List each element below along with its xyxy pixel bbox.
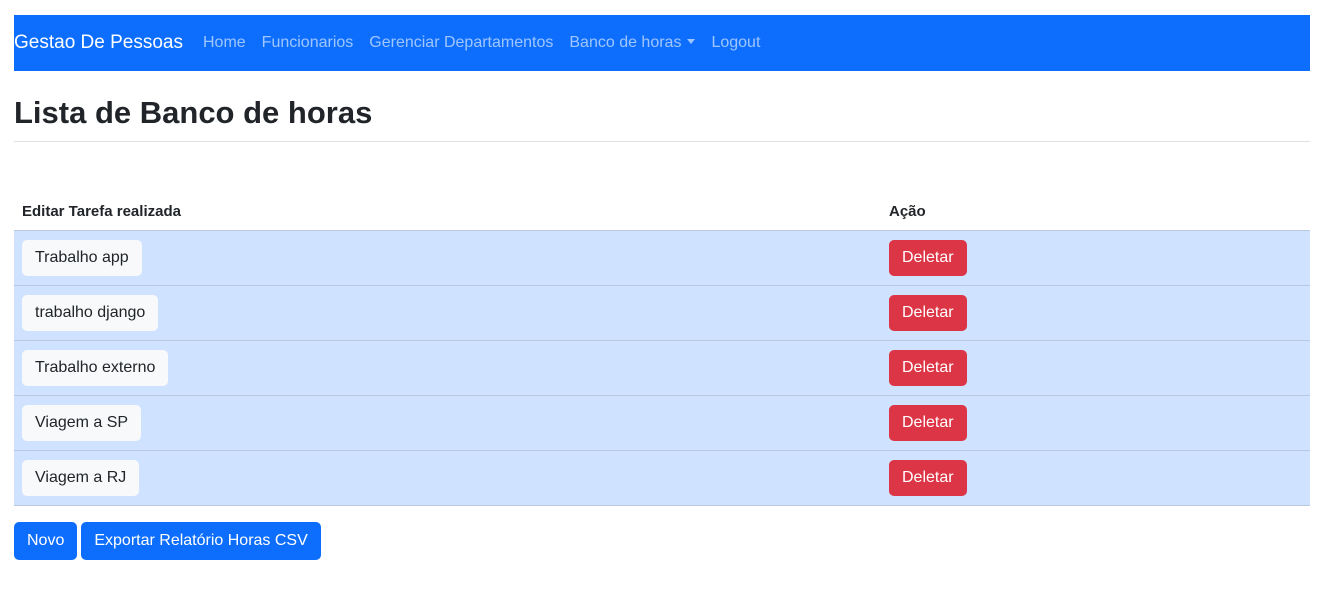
nav-link-home[interactable]: Home <box>195 34 254 52</box>
footer-actions: Novo Exportar Relatório Horas CSV <box>14 522 321 560</box>
delete-button[interactable]: Deletar <box>889 350 967 386</box>
action-cell: Deletar <box>881 285 1310 341</box>
action-cell: Deletar <box>881 230 1310 286</box>
nav-link-logout[interactable]: Logout <box>703 34 768 52</box>
top-navbar: Gestao De Pessoas Home Funcionarios Gere… <box>14 15 1310 71</box>
action-cell: Deletar <box>881 395 1310 451</box>
delete-button[interactable]: Deletar <box>889 405 967 441</box>
task-cell: Trabalho app <box>14 230 881 286</box>
delete-button[interactable]: Deletar <box>889 240 967 276</box>
hours-table: Editar Tarefa realizada Ação Trabalho ap… <box>14 192 1310 506</box>
nav-link-funcionarios[interactable]: Funcionarios <box>254 34 362 52</box>
edit-task-button[interactable]: trabalho django <box>22 295 159 331</box>
task-cell: Trabalho externo <box>14 340 881 396</box>
edit-task-button[interactable]: Trabalho app <box>22 240 142 276</box>
task-cell: trabalho django <box>14 285 881 341</box>
action-cell: Deletar <box>881 340 1310 396</box>
column-header-task: Editar Tarefa realizada <box>14 192 881 231</box>
edit-task-button[interactable]: Viagem a SP <box>22 405 142 441</box>
new-button[interactable]: Novo <box>14 522 78 560</box>
table-row: trabalho django Deletar <box>14 285 1310 341</box>
export-csv-button[interactable]: Exportar Relatório Horas CSV <box>81 522 321 560</box>
table-row: Viagem a RJ Deletar <box>14 450 1310 506</box>
title-divider <box>14 141 1310 142</box>
task-cell: Viagem a SP <box>14 395 881 451</box>
table-row: Viagem a SP Deletar <box>14 395 1310 451</box>
edit-task-button[interactable]: Trabalho externo <box>22 350 169 386</box>
page-title: Lista de Banco de horas <box>14 95 373 130</box>
hours-table-container: Editar Tarefa realizada Ação Trabalho ap… <box>14 192 1310 506</box>
table-header-row: Editar Tarefa realizada Ação <box>14 192 1310 231</box>
edit-task-button[interactable]: Viagem a RJ <box>22 460 140 496</box>
table-row: Trabalho app Deletar <box>14 230 1310 286</box>
nav-link-departamentos[interactable]: Gerenciar Departamentos <box>361 34 561 52</box>
task-cell: Viagem a RJ <box>14 450 881 506</box>
delete-button[interactable]: Deletar <box>889 460 967 496</box>
delete-button[interactable]: Deletar <box>889 295 967 331</box>
column-header-action: Ação <box>881 192 1310 231</box>
nav-dropdown-banco-de-horas[interactable]: Banco de horas <box>561 34 703 52</box>
table-row: Trabalho externo Deletar <box>14 340 1310 396</box>
navbar-brand[interactable]: Gestao De Pessoas <box>14 32 183 54</box>
action-cell: Deletar <box>881 450 1310 506</box>
